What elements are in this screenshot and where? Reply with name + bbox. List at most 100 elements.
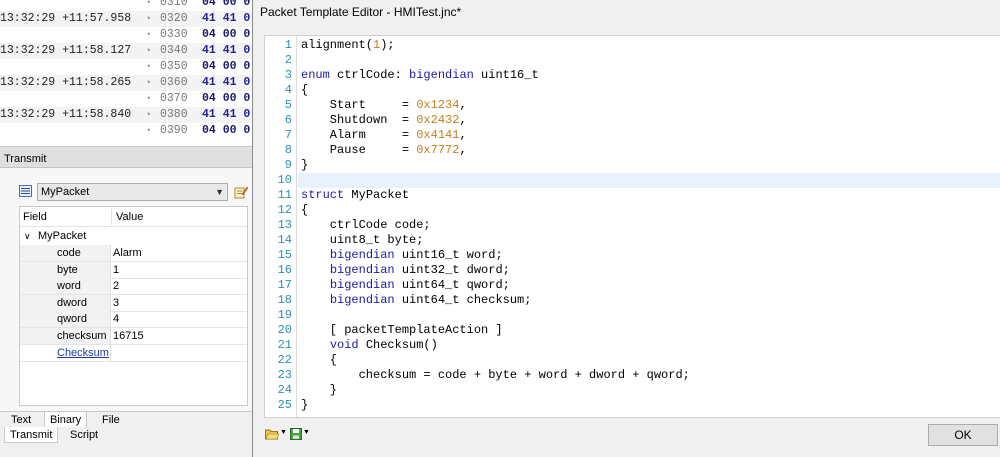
bullet-icon: • xyxy=(146,30,152,40)
code-line[interactable]: Shutdown = 0x2432, xyxy=(301,113,467,128)
log-row[interactable]: • 0330 04 00 0 xyxy=(0,27,252,43)
log-offset: 0320 xyxy=(160,12,188,25)
field-value[interactable]: 16715 xyxy=(113,328,144,344)
code-text: alignment( xyxy=(301,38,374,52)
log-row[interactable]: • 0370 04 00 0 xyxy=(0,91,252,107)
code-text: , xyxy=(459,98,467,112)
log-bytes: 04 00 0 xyxy=(202,92,251,105)
chevron-down-icon[interactable]: ▼ xyxy=(303,429,310,436)
grid-row[interactable]: qword 4 xyxy=(20,311,247,329)
save-icon[interactable] xyxy=(290,428,302,440)
hex-log-view[interactable]: • 0310 04 00 0 13:32:29 +11:57.958 • 0320 41 4… xyxy=(0,0,252,146)
field-value[interactable]: 1 xyxy=(113,262,119,278)
tab-binary[interactable]: Binary xyxy=(44,412,88,428)
line-number-gutter: 1 2 3 4 5 6 7 8 9 10 11 12 13 14 15 16 17 18 19 20 21 22 23 24 2… xyxy=(265,36,297,417)
line-number: 9 xyxy=(284,158,292,172)
open-folder-icon[interactable] xyxy=(265,428,279,440)
code-text: uint8_t byte; xyxy=(301,233,424,247)
checksum-action-link[interactable]: Checksum xyxy=(20,344,111,361)
code-keyword: bigendian xyxy=(329,293,395,307)
log-row[interactable]: • 0350 04 00 0 xyxy=(0,59,252,75)
grid-row[interactable]: word 2 xyxy=(20,278,247,296)
log-row[interactable]: • 0390 04 00 0 xyxy=(0,123,252,139)
code-line[interactable]: { xyxy=(301,203,308,218)
log-timestamp: 13:32:29 +11:58.265 xyxy=(0,76,132,89)
code-line[interactable]: checksum = code + byte + word + dword + … xyxy=(301,368,690,383)
code-line[interactable]: struct MyPacket xyxy=(301,188,409,203)
packet-field-grid[interactable]: Field Value ∨ MyPacket code Alarm byte 1 wor… xyxy=(19,206,248,406)
log-timestamp: 13:32:29 +11:57.958 xyxy=(0,12,132,25)
line-number: 7 xyxy=(284,128,292,142)
field-value[interactable]: 3 xyxy=(113,295,119,311)
ok-button[interactable]: OK xyxy=(928,424,998,446)
code-text: { xyxy=(301,203,309,217)
status-strip xyxy=(0,443,252,457)
log-row[interactable]: • 0310 04 00 0 xyxy=(0,0,252,11)
log-row[interactable]: 13:32:29 +11:57.958 • 0320 41 41 0 xyxy=(0,11,252,27)
grid-row[interactable]: dword 3 xyxy=(20,294,247,312)
packet-template-select[interactable]: MyPacket ▼ xyxy=(37,183,228,201)
transmit-panel-header: Transmit xyxy=(0,151,252,168)
code-text: ); xyxy=(380,38,395,52)
code-line[interactable]: Pause = 0x7772, xyxy=(301,143,467,158)
code-editor[interactable]: 1 2 3 4 5 6 7 8 9 10 11 12 13 14 15 16 17 18 19 20 21 22 23 24 2… xyxy=(264,35,1000,418)
packet-template-select-value: MyPacket xyxy=(41,186,90,198)
bullet-icon: • xyxy=(146,46,152,56)
log-row[interactable]: 13:32:29 +11:58.840 • 0380 41 41 0 xyxy=(0,107,252,123)
code-line[interactable]: alignment(1); xyxy=(301,38,395,53)
edit-template-icon[interactable] xyxy=(234,185,248,199)
log-row[interactable]: 13:32:29 +11:58.265 • 0360 41 41 0 xyxy=(0,75,252,91)
code-line[interactable]: bigendian uint16_t word; xyxy=(301,248,503,263)
log-offset: 0380 xyxy=(160,108,188,121)
transmit-panel: MyPacket ▼ Field Value ∨ MyPacket code Al… xyxy=(0,168,252,411)
tab-file[interactable]: File xyxy=(97,412,125,428)
field-value[interactable]: 2 xyxy=(113,278,119,294)
bullet-icon: • xyxy=(146,14,152,24)
line-number: 19 xyxy=(277,308,292,322)
code-keyword: bigendian xyxy=(329,278,395,292)
grid-row[interactable]: byte 1 xyxy=(20,261,247,279)
code-line[interactable]: { xyxy=(301,83,308,98)
code-line[interactable]: } xyxy=(301,383,337,398)
code-line[interactable]: bigendian uint64_t checksum; xyxy=(301,293,532,308)
field-value[interactable]: 4 xyxy=(113,311,119,327)
code-line[interactable]: Alarm = 0x4141, xyxy=(301,128,467,143)
code-line[interactable]: { xyxy=(301,353,337,368)
tab-text[interactable]: Text xyxy=(6,412,36,428)
code-line[interactable]: } xyxy=(301,398,308,413)
code-line[interactable]: } xyxy=(301,158,308,173)
line-number: 23 xyxy=(277,368,292,382)
code-line[interactable]: void Checksum() xyxy=(301,338,438,353)
code-text: Pause = xyxy=(301,143,417,157)
code-line[interactable]: bigendian uint64_t qword; xyxy=(301,278,510,293)
log-row[interactable]: 13:32:29 +11:58.127 • 0340 41 41 0 xyxy=(0,43,252,59)
log-offset: 0310 xyxy=(160,0,188,9)
code-line[interactable]: Start = 0x1234, xyxy=(301,98,467,113)
field-name: checksum xyxy=(20,328,111,344)
value-column-header[interactable]: Value xyxy=(116,207,143,227)
column-separator[interactable] xyxy=(111,209,112,225)
code-keyword: bigendian xyxy=(329,248,395,262)
chevron-down-icon[interactable]: ▼ xyxy=(280,429,287,436)
log-bytes: 04 00 0 xyxy=(202,124,251,137)
code-line[interactable]: [ packetTemplateAction ] xyxy=(301,323,503,338)
field-column-header[interactable]: Field xyxy=(23,207,47,227)
tab-transmit[interactable]: Transmit xyxy=(4,427,59,443)
code-line[interactable]: uint8_t byte; xyxy=(301,233,424,248)
tab-script[interactable]: Script xyxy=(65,427,103,443)
code-text: { xyxy=(301,83,309,97)
chevron-down-icon[interactable]: ∨ xyxy=(24,228,31,244)
code-line[interactable]: enum ctrlCode: bigendian uint16_t xyxy=(301,68,539,83)
code-text: ctrlCode code; xyxy=(301,218,431,232)
grid-row[interactable]: code Alarm xyxy=(20,245,247,262)
grid-group-row[interactable]: ∨ MyPacket xyxy=(20,228,247,244)
field-name: byte xyxy=(20,261,111,278)
code-line[interactable]: bigendian uint32_t dword; xyxy=(301,263,510,278)
grid-row[interactable]: checksum 16715 xyxy=(20,328,247,345)
code-line[interactable]: ctrlCode code; xyxy=(301,218,431,233)
field-value[interactable]: Alarm xyxy=(113,245,142,261)
code-number: 0x7772 xyxy=(416,143,460,157)
log-offset: 0350 xyxy=(160,60,188,73)
